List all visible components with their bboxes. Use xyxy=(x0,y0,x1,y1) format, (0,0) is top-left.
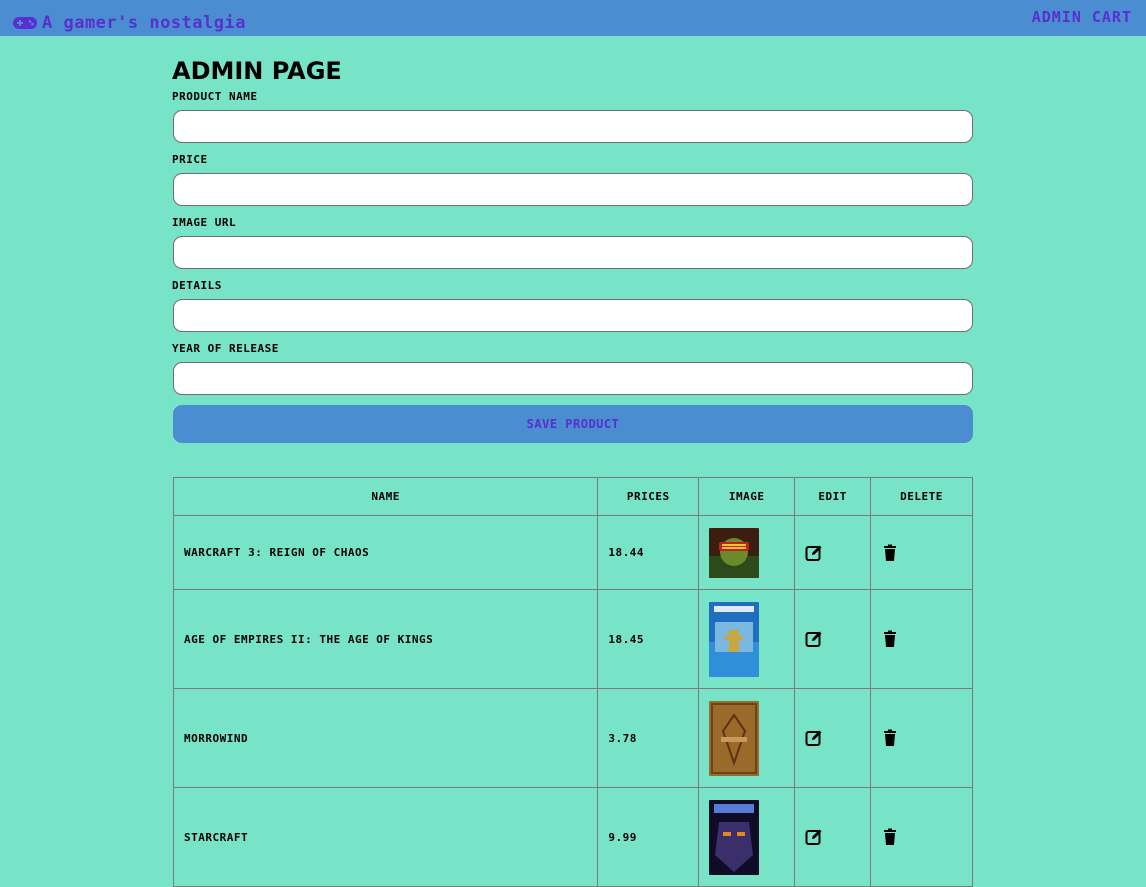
product-image-cell xyxy=(698,787,796,887)
image-url-label: IMAGE URL xyxy=(172,216,237,229)
delete-cell xyxy=(870,589,973,689)
brand-link[interactable]: A gamer's nostalgia xyxy=(12,12,246,34)
details-label: DETAILS xyxy=(172,279,222,292)
save-product-button[interactable]: SAVE PRODUCT xyxy=(173,405,973,443)
product-image-cell xyxy=(698,688,796,788)
product-price-cell: 18.44 xyxy=(597,515,700,590)
page-title: ADMIN PAGE xyxy=(172,57,342,85)
products-table: NAME PRICES IMAGE EDIT DELETE WARCRAFT 3… xyxy=(172,477,973,887)
delete-cell xyxy=(870,787,973,887)
table-row: MORROWIND 3.78 xyxy=(172,688,973,788)
gamepad-icon xyxy=(13,17,37,29)
nav-link-admin[interactable]: ADMIN xyxy=(1032,8,1082,26)
year-of-release-label: YEAR OF RELEASE xyxy=(172,342,279,355)
table-row: STARCRAFT 9.99 xyxy=(172,787,973,887)
product-name-cell: WARCRAFT 3: REIGN OF CHAOS xyxy=(172,515,599,590)
trash-icon[interactable] xyxy=(881,630,899,648)
product-name-cell: STARCRAFT xyxy=(172,787,599,887)
product-name-label: PRODUCT NAME xyxy=(172,90,258,103)
morrowind-cover xyxy=(709,700,760,776)
product-name-cell: AGE OF EMPIRES II: THE AGE OF KINGS xyxy=(172,589,599,689)
product-price-cell: 18.45 xyxy=(597,589,700,689)
product-price-cell: 9.99 xyxy=(597,787,700,887)
edit-icon[interactable] xyxy=(805,630,823,648)
product-name-input[interactable] xyxy=(173,110,973,143)
header-delete: DELETE xyxy=(870,477,973,516)
edit-icon[interactable] xyxy=(805,544,823,562)
edit-cell xyxy=(794,688,872,788)
header-edit: EDIT xyxy=(794,477,872,516)
age-of-empires-2-cover xyxy=(709,601,760,677)
table-row: WARCRAFT 3: REIGN OF CHAOS 18.44 xyxy=(172,515,973,590)
brand-title: A gamer's nostalgia xyxy=(42,13,246,33)
edit-cell xyxy=(794,589,872,689)
trash-icon[interactable] xyxy=(881,544,899,562)
delete-cell xyxy=(870,688,973,788)
nav-links: ADMIN CART xyxy=(1032,8,1132,26)
delete-cell xyxy=(870,515,973,590)
table-row: AGE OF EMPIRES II: THE AGE OF KINGS 18.4… xyxy=(172,589,973,689)
edit-icon[interactable] xyxy=(805,729,823,747)
edit-icon[interactable] xyxy=(805,828,823,846)
header-image: IMAGE xyxy=(698,477,796,516)
year-of-release-input[interactable] xyxy=(173,362,973,395)
trash-icon[interactable] xyxy=(881,828,899,846)
trash-icon[interactable] xyxy=(881,729,899,747)
price-label: PRICE xyxy=(172,153,208,166)
table-header-row: NAME PRICES IMAGE EDIT DELETE xyxy=(172,477,973,516)
header-prices: PRICES xyxy=(597,477,700,516)
nav-link-cart[interactable]: CART xyxy=(1092,8,1132,26)
details-input[interactable] xyxy=(173,299,973,332)
product-image-cell xyxy=(698,589,796,689)
admin-form-container: ADMIN PAGE PRODUCT NAME PRICE IMAGE URL … xyxy=(172,56,973,443)
product-name-cell: MORROWIND xyxy=(172,688,599,788)
starcraft-cover xyxy=(709,799,760,875)
image-url-input[interactable] xyxy=(173,236,973,269)
navbar: A gamer's nostalgia ADMIN CART xyxy=(0,0,1146,36)
warcraft-3-cover xyxy=(709,527,760,578)
product-price-cell: 3.78 xyxy=(597,688,700,788)
edit-cell xyxy=(794,787,872,887)
price-input[interactable] xyxy=(173,173,973,206)
header-name: NAME xyxy=(172,477,599,516)
product-image-cell xyxy=(698,515,796,590)
edit-cell xyxy=(794,515,872,590)
